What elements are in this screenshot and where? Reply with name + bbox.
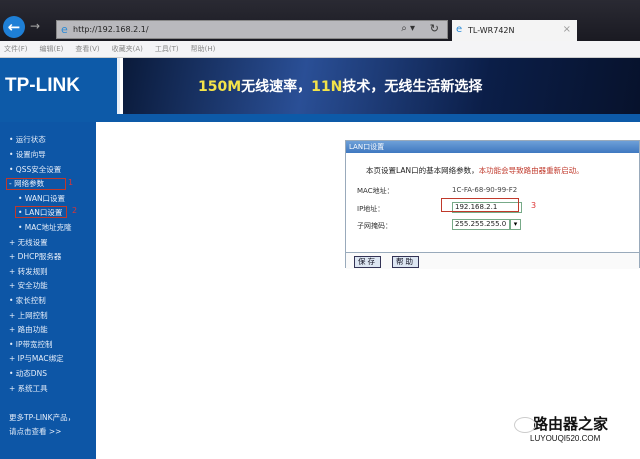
sidebar-footer-text: 更多TP-LINK产品， [9,413,76,422]
sidebar-item[interactable]: • IP带宽控制 [9,339,53,350]
banner: 150M无线速率，11N技术，无线生活新选择 [123,58,640,114]
sidebar-item[interactable]: + DHCP服务器 [9,251,61,262]
browser-tab[interactable]: e TL-WR742N × [452,20,577,41]
sidebar-item[interactable]: • MAC地址克隆 [18,222,72,233]
browser-toolbar: ← → e http://192.168.2.1/ ⌕ ▾ ↻ e TL-WR7… [0,0,640,41]
sidebar-item[interactable]: + 无线设置 [9,237,48,248]
mac-value: 1C-FA-68-90-99-F2 [452,186,518,194]
sidebar-item[interactable]: • 动态DNS [9,368,47,379]
search-icon[interactable]: ⌕ ▾ [401,23,415,34]
panel-title: LAN口设置 [346,141,639,153]
mac-label: MAC地址： [357,187,394,195]
address-bar[interactable]: e http://192.168.2.1/ ⌕ ▾ ↻ [56,20,448,39]
sidebar-item[interactable]: + IP与MAC绑定 [9,353,64,364]
annotation-number-1: 1 [68,178,74,187]
menu-tools[interactable]: 工具(T) [155,44,179,54]
wechat-icon [514,417,536,433]
button-row: 保存 帮助 [346,252,639,269]
panel-description: 本页设置LAN口的基本网络参数，本功能会导致路由器重新启动。 [366,166,584,175]
sidebar-item[interactable]: • 设置向导 [9,149,46,160]
lan-settings-panel: LAN口设置 本页设置LAN口的基本网络参数，本功能会导致路由器重新启动。 MA… [345,140,640,269]
annotation-box-1 [6,178,66,190]
header-strip [0,114,640,122]
chevron-down-icon[interactable]: ▾ [510,219,521,230]
sidebar-item[interactable]: + 安全功能 [9,280,48,291]
menu-view[interactable]: 查看(V) [75,44,99,54]
tab-title: TL-WR742N [468,26,515,35]
annotation-number-2: 2 [72,206,78,215]
refresh-icon[interactable]: ↻ [430,22,439,35]
sidebar-item[interactable]: + 转发规则 [9,266,48,277]
menu-help[interactable]: 帮助(H) [191,44,216,54]
sidebar-item[interactable]: • 家长控制 [9,295,46,306]
back-button[interactable]: ← [3,16,25,38]
ie-icon: e [456,24,463,35]
menu-file[interactable]: 文件(F) [4,44,28,54]
sidebar-item[interactable]: + 上网控制 [9,310,48,321]
ie-icon: e [61,23,68,36]
menu-bar: 文件(F) 编辑(E) 查看(V) 收藏夹(A) 工具(T) 帮助(H) [0,41,640,58]
menu-favorites[interactable]: 收藏夹(A) [112,44,143,54]
menu-edit[interactable]: 编辑(E) [40,44,64,54]
sidebar-item[interactable]: • 运行状态 [9,134,46,145]
sidebar-item[interactable]: + 路由功能 [9,324,48,335]
url-text[interactable]: http://192.168.2.1/ [73,25,149,34]
more-products-link[interactable]: 请点击查看 >> [9,426,61,437]
subnet-mask-select[interactable]: 255.255.255.0 [452,219,510,230]
subnet-mask-label: 子网掩码： [357,222,392,230]
close-tab-icon[interactable]: × [563,24,571,35]
forward-button[interactable]: → [30,19,40,33]
sidebar-item[interactable]: • WAN口设置 [18,193,65,204]
ip-label: IP地址： [357,205,385,213]
watermark: 路由器之家 LUYOUQI520.COM [508,413,608,443]
save-button[interactable]: 保存 [354,256,381,268]
tp-link-logo: TP-LINK [0,58,120,114]
annotation-box-3 [441,198,519,212]
annotation-number-3: 3 [531,201,537,210]
slogan: 150M无线速率，11N技术，无线生活新选择 [198,79,483,95]
annotation-box-2 [15,206,67,218]
sidebar-item[interactable]: + 系统工具 [9,383,48,394]
help-button[interactable]: 帮助 [392,256,419,268]
sidebar-item[interactable]: • QSS安全设置 [9,164,61,175]
